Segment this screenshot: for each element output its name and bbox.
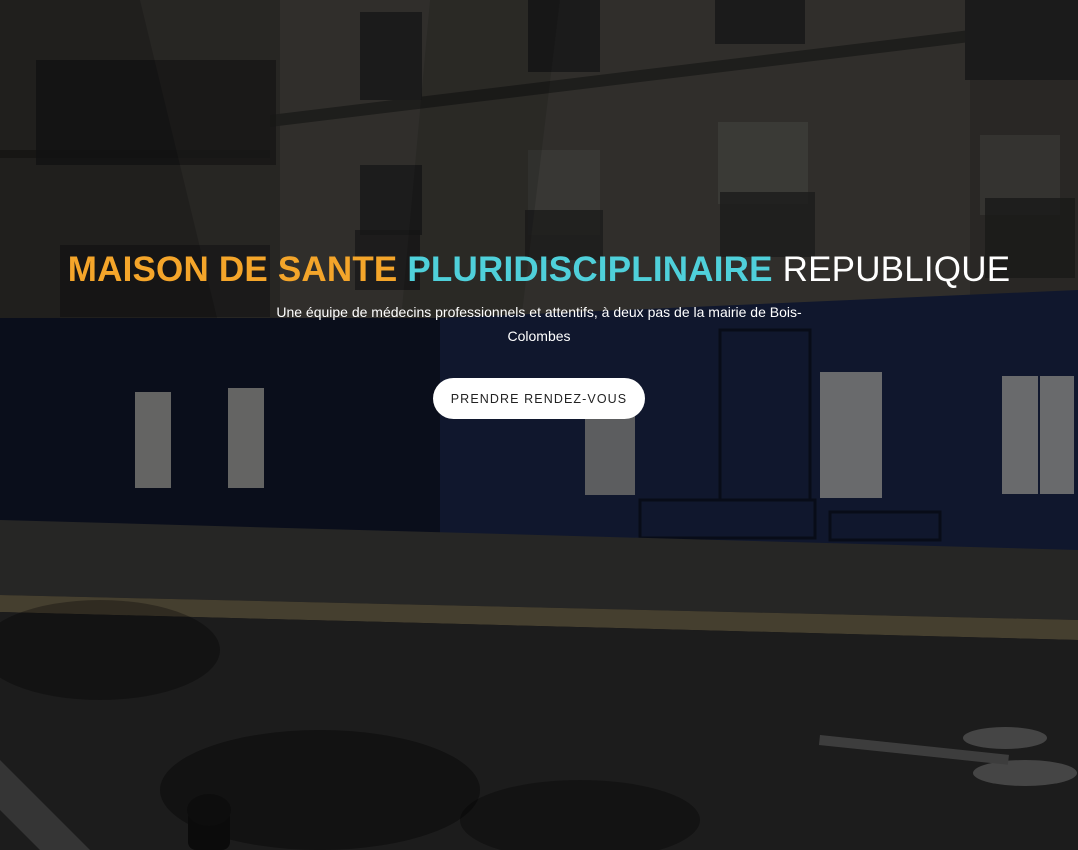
hero-title-pluridisciplinaire: PLURIDISCIPLINAIRE bbox=[407, 250, 773, 289]
hero-title: MAISON DE SANTE PLURIDISCIPLINAIRE REPUB… bbox=[0, 248, 1078, 292]
hero-content: MAISON DE SANTE PLURIDISCIPLINAIRE REPUB… bbox=[0, 248, 1078, 419]
book-appointment-button[interactable]: PRENDRE RENDEZ-VOUS bbox=[432, 378, 646, 419]
hero-title-republique: REPUBLIQUE bbox=[782, 250, 1011, 289]
hero-section: MAISON DE SANTE PLURIDISCIPLINAIRE REPUB… bbox=[0, 0, 1078, 850]
hero-dark-overlay bbox=[0, 0, 1078, 850]
hero-subtitle: Une équipe de médecins professionnels et… bbox=[276, 304, 802, 344]
hero-title-maison-de-sante: MAISON DE SANTE bbox=[67, 250, 398, 289]
